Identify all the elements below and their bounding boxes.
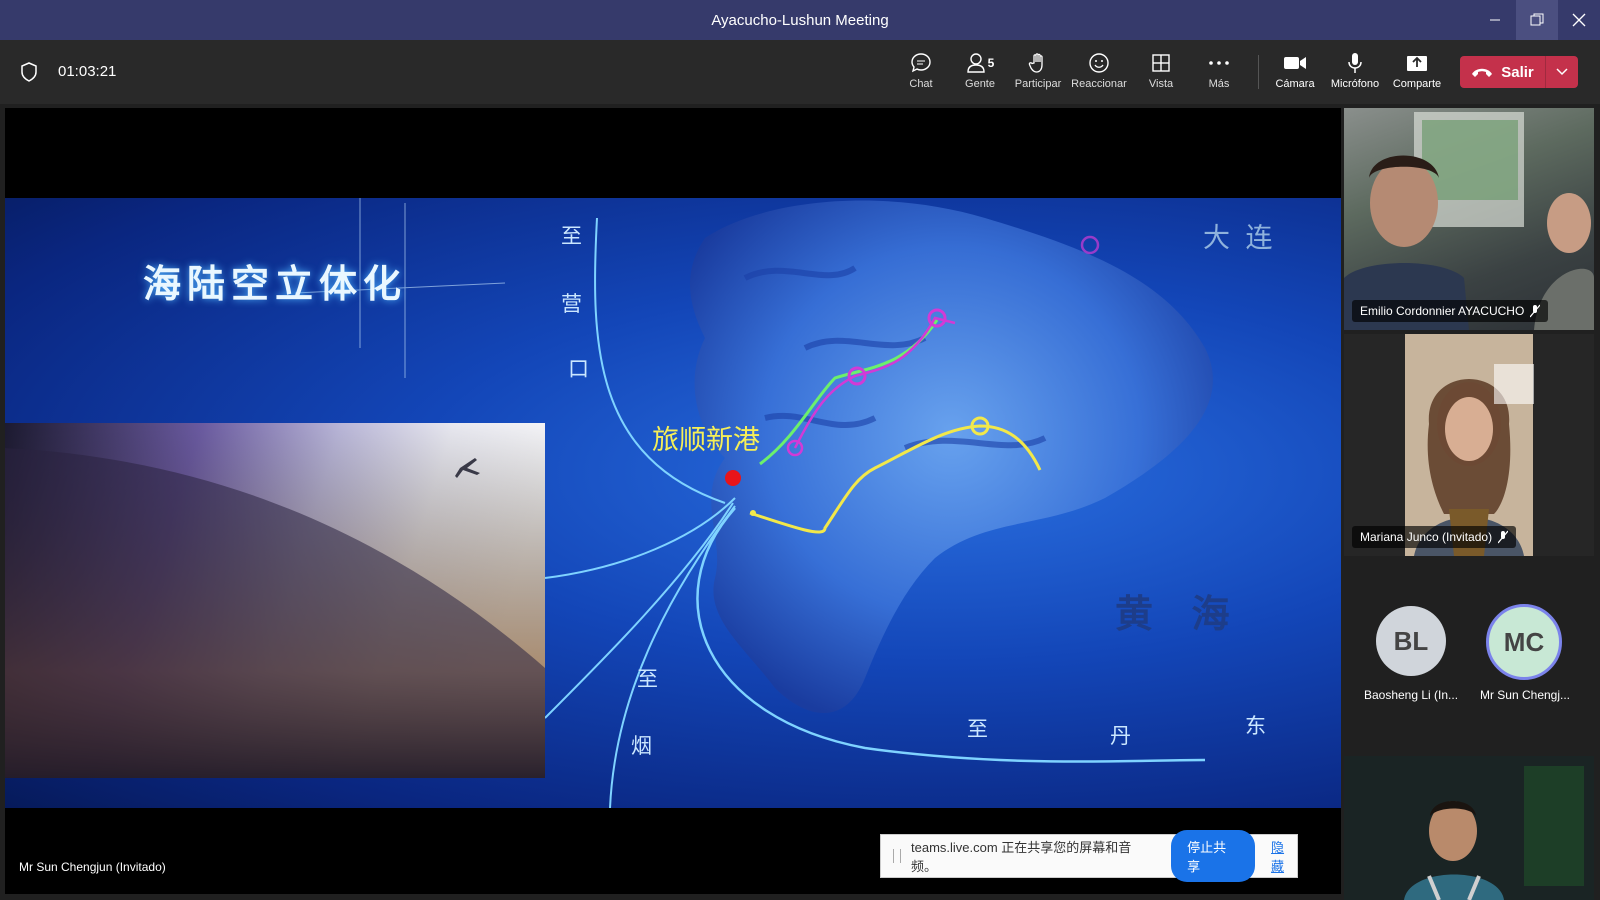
participant-name: Emilio Cordonnier AYACUCHO (1360, 304, 1525, 318)
camera-button[interactable]: Cámara (1267, 50, 1323, 96)
window-title: Ayacucho-Lushun Meeting (711, 11, 889, 29)
yellow-sea-label: 黄 海 (1115, 594, 1244, 636)
people-label: Gente (965, 78, 995, 90)
share-screen-icon (1407, 56, 1427, 71)
raise-hand-label: Participar (1014, 78, 1062, 90)
avatar-baosheng[interactable]: BL (1376, 606, 1446, 676)
share-label: Comparte (1392, 78, 1442, 90)
react-label: Reaccionar (1071, 78, 1127, 90)
drag-handle[interactable] (893, 849, 901, 863)
chat-icon (911, 53, 931, 73)
chat-button[interactable]: Chat (893, 50, 949, 96)
people-icon (966, 53, 985, 73)
hang-up-icon (1472, 68, 1493, 77)
chat-label: Chat (909, 78, 933, 90)
avatar-initials: BL (1393, 625, 1429, 656)
meeting-timer: 01:03:21 (58, 63, 117, 80)
participant-name-baosheng: Baosheng Li (In... (1363, 688, 1459, 702)
smile-icon (1089, 53, 1109, 73)
port-marker (725, 470, 741, 486)
view-label: Vista (1148, 78, 1174, 90)
participant-nametag: Mariana Junco (Invitado) (1352, 526, 1517, 548)
yingkou-label-3: 口 (568, 358, 589, 381)
microphone-label: Micrófono (1330, 78, 1380, 90)
participant-tile-mariana[interactable]: Mariana Junco (Invitado) (1344, 334, 1594, 556)
participant-name-mr-sun: Mr Sun Chengj... (1479, 688, 1571, 702)
react-button[interactable]: Reaccionar (1071, 50, 1127, 96)
participant-tile-emilio[interactable]: Emilio Cordonnier AYACUCHO (1344, 108, 1594, 330)
leave-options-button[interactable] (1546, 68, 1578, 76)
video-feed-emilio (1344, 112, 1594, 330)
yellow-origin-dot (750, 510, 756, 516)
video-feed-mariana (1405, 334, 1534, 556)
restore-button[interactable] (1516, 0, 1558, 40)
close-window-button[interactable] (1558, 0, 1600, 40)
chevron-down-icon (1556, 68, 1568, 76)
yingkou-label-1: 至 (561, 225, 582, 248)
window-controls (1474, 0, 1600, 40)
minimize-button[interactable] (1474, 0, 1516, 40)
participant-rail: Emilio Cordonnier AYACUCHO Mariana Junco… (1344, 108, 1600, 900)
more-label: Más (1208, 78, 1230, 90)
port-label: 旅顺新港 (652, 425, 760, 456)
yingkou-label-2: 营 (561, 293, 582, 316)
leave-label: Salir (1501, 63, 1534, 81)
yantai-label-2: 烟 (631, 735, 652, 758)
raise-hand-button[interactable]: Participar (1010, 50, 1066, 96)
camera-icon (1284, 57, 1306, 69)
close-icon (1572, 13, 1586, 27)
camera-label: Cámara (1275, 78, 1315, 90)
participant-nametag: Emilio Cordonnier AYACUCHO (1352, 300, 1549, 322)
hand-icon (1028, 53, 1043, 73)
leave-control: Salir (1460, 56, 1578, 88)
shared-screen-stage: 海陆空立体化 旅顺新港 至 营 口 大 连 黄 海 至 烟 至 丹 东 Mr S… (5, 108, 1341, 894)
self-video-feed (1344, 756, 1594, 900)
avatar-initials: MC (1503, 626, 1545, 657)
restore-icon (1530, 13, 1544, 26)
mic-muted-icon (1498, 530, 1509, 544)
slide-headline: 海陆空立体化 (143, 262, 408, 306)
presenter-name: Mr Sun Chengjun (Invitado) (19, 860, 166, 874)
leave-button[interactable]: Salir (1460, 64, 1545, 81)
toolbar-divider (1258, 55, 1259, 89)
dandong-label-3: 东 (1245, 715, 1266, 738)
mic-muted-icon (1530, 304, 1541, 318)
stop-sharing-button[interactable]: 停止共享 (1171, 830, 1256, 882)
route-line-west (544, 497, 736, 579)
people-count: 5 (987, 56, 995, 70)
yantai-label-1: 至 (637, 668, 658, 691)
microphone-icon (1348, 53, 1362, 73)
avatar-mr-sun[interactable]: MC (1486, 604, 1562, 680)
microphone-button[interactable]: Micrófono (1327, 50, 1383, 96)
dandong-label-1: 至 (967, 718, 988, 741)
share-message: teams.live.com 正在共享您的屏幕和音频。 (911, 840, 1132, 874)
route-line-yantai-b (609, 505, 736, 808)
people-button[interactable]: 5 Gente (952, 50, 1008, 96)
more-button[interactable]: Más (1191, 50, 1247, 96)
view-button[interactable]: Vista (1133, 50, 1189, 96)
screen-share-notification: teams.live.com 正在共享您的屏幕和音频。 停止共享 隐藏 (880, 830, 1298, 882)
title-bar: Ayacucho-Lushun Meeting (0, 0, 1600, 40)
dalian-label: 大 连 (1203, 223, 1277, 253)
self-view-tile[interactable] (1344, 756, 1594, 900)
more-icon (1209, 61, 1229, 65)
shield-icon[interactable] (20, 62, 38, 82)
minimize-icon (1490, 19, 1500, 21)
magenta-marker-4 (1080, 235, 1100, 255)
participant-name: Mariana Junco (Invitado) (1360, 530, 1493, 544)
share-button[interactable]: Comparte (1389, 50, 1445, 96)
dandong-label-2: 丹 (1110, 725, 1131, 748)
shared-slide: 海陆空立体化 旅顺新港 至 营 口 大 连 黄 海 至 烟 至 丹 东 (5, 198, 1341, 808)
grid-icon (1152, 54, 1170, 72)
hide-link[interactable]: 隐藏 (1271, 837, 1297, 875)
